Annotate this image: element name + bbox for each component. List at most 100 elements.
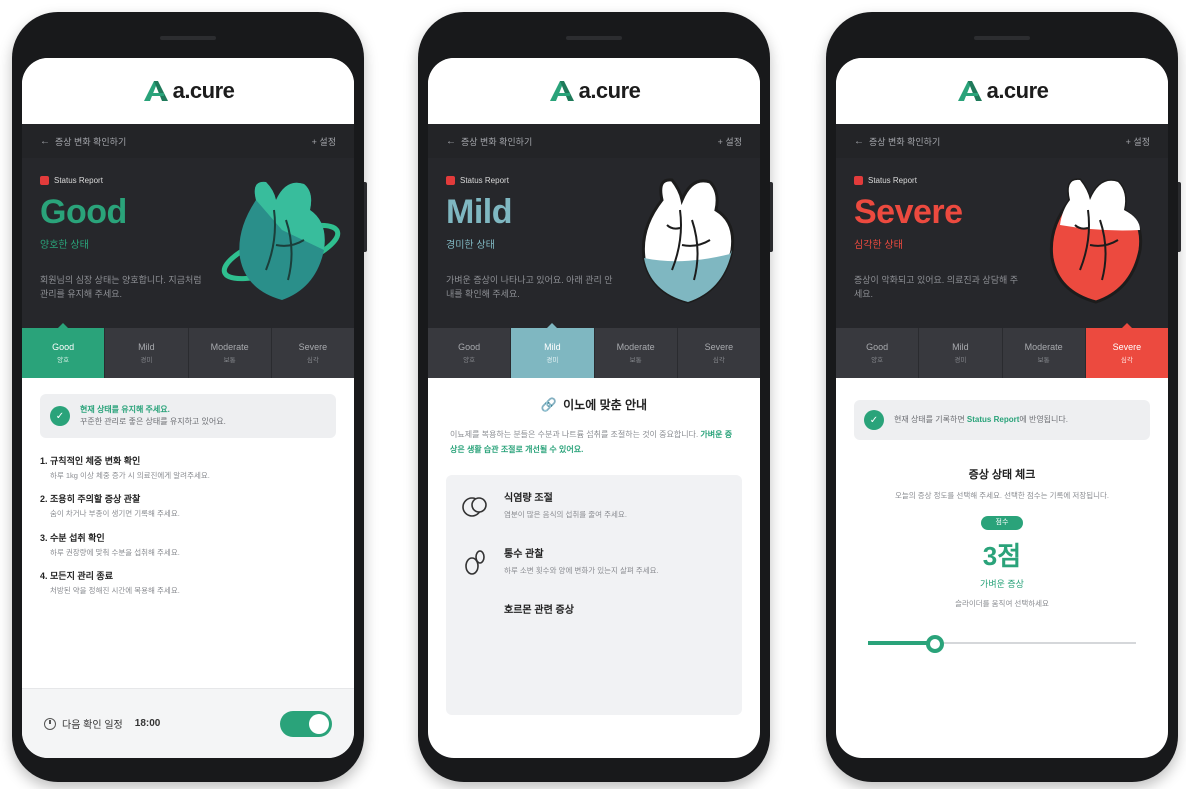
list-item[interactable]: 통수 관찰 하루 소변 횟수와 양에 변화가 있는지 살펴 주세요. bbox=[458, 545, 730, 579]
segment-severe[interactable]: Severe 심각 bbox=[678, 328, 760, 378]
list-item: 2. 조용히 주의할 증상 관찰 숨이 차거나 부종이 생기면 기록해 주세요. bbox=[40, 492, 336, 519]
score-hint: 슬라이더를 움직여 선택하세요 bbox=[955, 599, 1049, 608]
segment-severe[interactable]: Severe 심각 bbox=[1085, 323, 1168, 378]
card-title: 통수 관찰 bbox=[504, 549, 544, 561]
nav-bar: ← 증상 변화 확인하기 + 설정 bbox=[428, 124, 760, 158]
logo-text: a.cure bbox=[172, 78, 235, 103]
symptom-check-title: 증상 상태 체크 bbox=[968, 469, 1036, 481]
segment-sub: 심각 bbox=[712, 357, 725, 364]
card-desc: 하루 소변 횟수와 양에 변화가 있는지 살펴 주세요. bbox=[504, 566, 659, 576]
guide-title: 🔗 이노에 맞춘 안내 bbox=[428, 396, 760, 413]
hormone-icon bbox=[458, 601, 492, 635]
list-item[interactable]: 식염량 조절 염분이 많은 음식의 섭취를 줄여 주세요. bbox=[458, 489, 730, 523]
slider-fill bbox=[868, 641, 935, 645]
back-arrow-icon: ← bbox=[854, 135, 864, 147]
back-button[interactable]: ← 증상 변화 확인하기 bbox=[446, 135, 532, 148]
segment-good[interactable]: Good 양호 bbox=[428, 328, 512, 378]
segment-mild[interactable]: Mild 경미 bbox=[105, 328, 189, 378]
card-title: 호르몬 관련 증상 bbox=[504, 605, 574, 617]
segment-moderate[interactable]: Moderate 보통 bbox=[189, 328, 272, 378]
segment-good[interactable]: Good 양호 bbox=[836, 328, 920, 378]
logo-text: a.cure bbox=[986, 78, 1049, 103]
app-header: a.cure bbox=[22, 58, 354, 124]
segment-moderate[interactable]: Moderate 보통 bbox=[1003, 328, 1086, 378]
status-segment-bar: Good 양호 Mild 경미 Moderate 보통 Severe 심각 bbox=[428, 323, 760, 378]
segment-label: Severe bbox=[704, 342, 734, 352]
segment-label: Severe bbox=[298, 342, 328, 352]
segment-label: Severe bbox=[1112, 342, 1142, 352]
step-title: 3. 수분 섭취 확인 bbox=[40, 532, 105, 543]
guide-description: 이뇨제를 복용하는 분들은 수분과 나트륨 섭취를 조절하는 것이 중요합니다.… bbox=[450, 427, 738, 457]
step-title: 2. 조용히 주의할 증상 관찰 bbox=[40, 494, 141, 505]
logo: a.cure bbox=[142, 78, 235, 104]
segment-moderate[interactable]: Moderate 보통 bbox=[595, 328, 678, 378]
score-slider[interactable] bbox=[868, 635, 1136, 653]
notice-title: 현재 상태를 유지해 주세요. bbox=[80, 405, 170, 414]
symptom-check-desc: 오늘의 증상 정도를 선택해 주세요. 선택한 점수는 기록에 저장됩니다. bbox=[894, 491, 1110, 500]
status-notice: ✓ 현재 상태를 기록하면 Status Report에 반영됩니다. bbox=[854, 400, 1150, 440]
notice-pre: 현재 상태를 기록하면 bbox=[894, 415, 967, 424]
settings-link[interactable]: + 설정 bbox=[1126, 135, 1150, 148]
card-text: 통수 관찰 하루 소변 횟수와 양에 변화가 있는지 살펴 주세요. bbox=[504, 545, 659, 579]
segment-label: Mild bbox=[544, 342, 561, 352]
speaker bbox=[160, 36, 216, 40]
step-title: 4. 모든지 관리 종료 bbox=[40, 570, 113, 581]
step-desc: 숨이 차거나 부종이 생기면 기록해 주세요. bbox=[50, 509, 180, 519]
status-hero: Status Report Severe 심각한 상태 증상이 악화되고 있어요… bbox=[836, 158, 1168, 328]
segment-label: Good bbox=[52, 342, 75, 352]
app-header: a.cure bbox=[428, 58, 760, 124]
guide-title-text: 이노에 맞춘 안내 bbox=[563, 398, 648, 412]
clock-icon bbox=[44, 717, 56, 730]
status-segment-bar: Good 양호 Mild 경미 Moderate 보통 Severe 심각 bbox=[22, 323, 354, 378]
slider-knob[interactable] bbox=[926, 635, 944, 653]
segment-sub: 양호 bbox=[463, 357, 476, 364]
app-header: a.cure bbox=[836, 58, 1168, 124]
segment-mild[interactable]: Mild 경미 bbox=[511, 323, 595, 378]
status-description: 회원님의 심장 상태는 양호합니다. 지금처럼 관리를 유지해 주세요. bbox=[40, 275, 202, 300]
nav-bar: ← 증상 변화 확인하기 + 설정 bbox=[836, 124, 1168, 158]
link-icon: 🔗 bbox=[540, 396, 558, 412]
segment-severe[interactable]: Severe 심각 bbox=[272, 328, 354, 378]
list-item[interactable]: 호르몬 관련 증상 bbox=[458, 601, 730, 635]
status-hero: Status Report Good 양호한 상태 회원님의 심장 상태는 양호… bbox=[22, 158, 354, 328]
card-text: 호르몬 관련 증상 bbox=[504, 601, 574, 635]
status-description: 증상이 악화되고 있어요. 의료진과 상담해 주세요. bbox=[854, 275, 1019, 300]
back-button[interactable]: ← 증상 변화 확인하기 bbox=[854, 135, 940, 148]
phone-good: a.cure ← 증상 변화 확인하기 + 설정 Status Report G… bbox=[12, 12, 367, 782]
step-desc: 하루 1kg 이상 체중 증가 시 의료진에게 알려주세요. bbox=[50, 471, 210, 480]
list-item: 1. 규칙적인 체중 변화 확인 하루 1kg 이상 체중 증가 시 의료진에게… bbox=[40, 454, 336, 481]
status-tag-label: Status Report bbox=[868, 176, 917, 185]
settings-link[interactable]: + 설정 bbox=[718, 135, 742, 148]
score-value: 3점 bbox=[982, 541, 1022, 571]
heart-illustration-icon bbox=[221, 181, 341, 300]
segment-label: Good bbox=[458, 342, 481, 352]
logo: a.cure bbox=[956, 78, 1049, 104]
phone-mild: a.cure ← 증상 변화 확인하기 + 설정 Status Report M… bbox=[418, 12, 773, 782]
back-arrow-icon: ← bbox=[40, 135, 50, 147]
segment-label: Mild bbox=[138, 342, 155, 352]
check-icon: ✓ bbox=[50, 406, 70, 426]
status-hero: Status Report Mild 경미한 상태 가벼운 증상이 나타나고 있… bbox=[428, 158, 760, 328]
back-button[interactable]: ← 증상 변화 확인하기 bbox=[40, 135, 126, 148]
segment-label: Moderate bbox=[1024, 342, 1063, 352]
logo: a.cure bbox=[548, 78, 641, 104]
step-desc: 처방된 약을 정해진 시간에 복용해 주세요. bbox=[50, 585, 180, 595]
status-tag-label: Status Report bbox=[460, 176, 509, 185]
card-text: 식염량 조절 염분이 많은 음식의 섭취를 줄여 주세요. bbox=[504, 489, 627, 523]
logo-text: a.cure bbox=[578, 78, 641, 103]
segment-sub: 양호 bbox=[57, 357, 70, 364]
segment-good[interactable]: Good 양호 bbox=[22, 323, 106, 378]
care-content: ✓ 현재 상태를 유지해 주세요. 꾸준한 관리로 좋은 상태를 유지하고 있어… bbox=[22, 378, 354, 623]
score-label: 가벼운 증상 bbox=[980, 579, 1024, 589]
card-title: 식염량 조절 bbox=[504, 493, 553, 505]
toggle-knob bbox=[309, 713, 329, 734]
nav-bar: ← 증상 변화 확인하기 + 설정 bbox=[22, 124, 354, 158]
settings-link[interactable]: + 설정 bbox=[312, 135, 336, 148]
nav-back-label: 증상 변화 확인하기 bbox=[869, 136, 941, 147]
screen-severe: a.cure ← 증상 변화 확인하기 + 설정 Status Report S… bbox=[836, 58, 1168, 758]
segment-sub: 양호 bbox=[871, 357, 884, 364]
reminder-toggle[interactable] bbox=[280, 710, 332, 737]
status-notice: ✓ 현재 상태를 유지해 주세요. 꾸준한 관리로 좋은 상태를 유지하고 있어… bbox=[40, 394, 336, 438]
segment-mild[interactable]: Mild 경미 bbox=[919, 328, 1003, 378]
guide-desc-text: 이뇨제를 복용하는 분들은 수분과 나트륨 섭취를 조절하는 것이 중요합니다. bbox=[450, 430, 701, 439]
